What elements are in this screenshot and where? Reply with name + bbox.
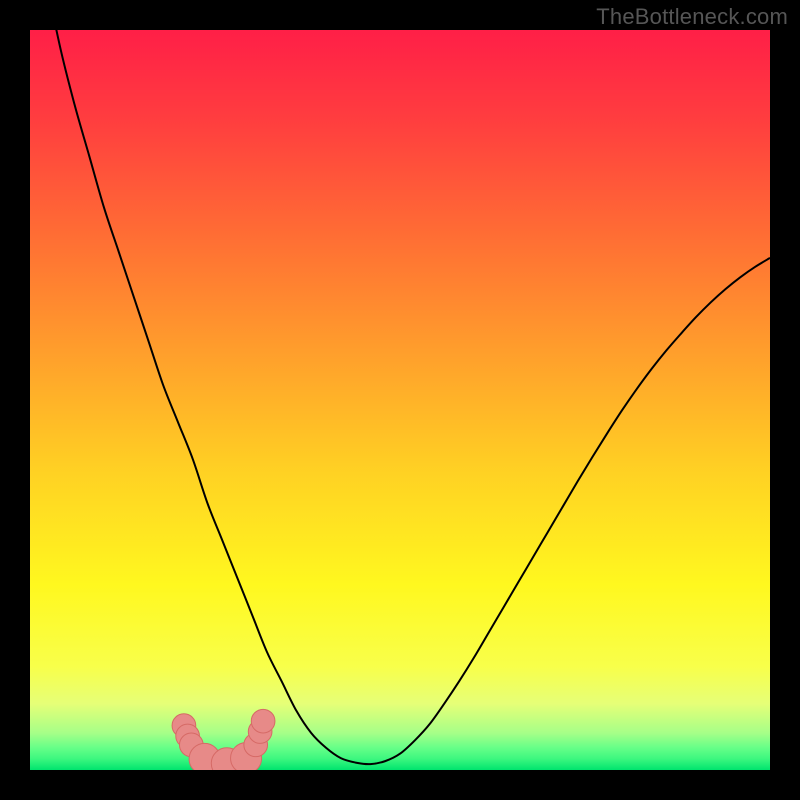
curve-marker: [251, 709, 275, 733]
bottleneck-curve-chart: [30, 30, 770, 770]
gradient-background: [30, 30, 770, 770]
plot-area: [30, 30, 770, 770]
chart-frame: TheBottleneck.com: [0, 0, 800, 800]
watermark-text: TheBottleneck.com: [596, 4, 788, 30]
